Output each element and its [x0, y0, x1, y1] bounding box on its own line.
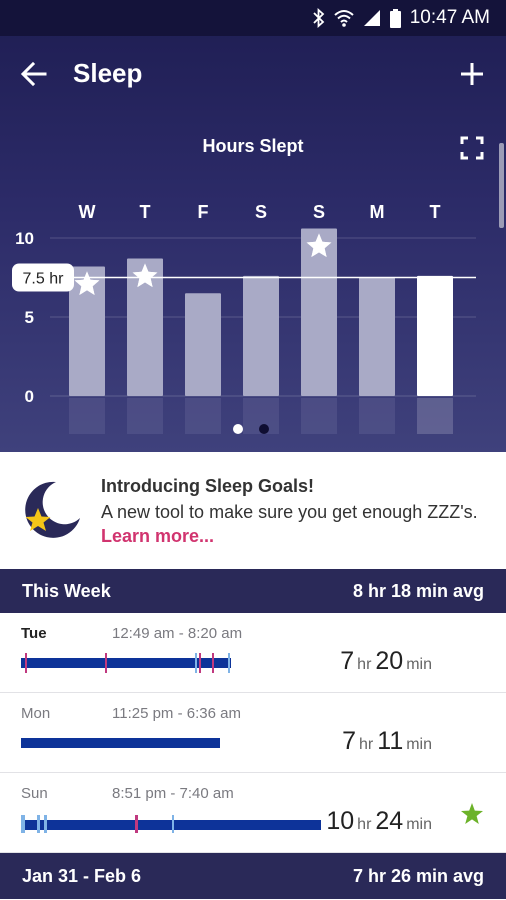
- row-day: Tue: [21, 625, 47, 642]
- bar: [417, 275, 453, 396]
- x-tick-label: S: [255, 202, 267, 222]
- x-tick-label: F: [198, 202, 209, 222]
- bar-reflection: [185, 398, 221, 434]
- section-average: 8 hr 18 min avg: [352, 580, 484, 601]
- sleep-log-row[interactable]: Sun 8:51 pm - 7:40 am 10 hr 24 min: [0, 773, 506, 853]
- bar: [185, 293, 221, 396]
- goal-label: 7.5 hr: [23, 271, 65, 288]
- learn-more-link[interactable]: Learn more...: [101, 526, 214, 546]
- chart-title: Hours Slept: [202, 136, 304, 156]
- bar-reflection: [417, 398, 453, 434]
- clock-time: 10:47 AM: [409, 7, 490, 28]
- pager-dots: [233, 424, 269, 434]
- sleep-stages-bar: [21, 653, 231, 673]
- sleep-goals-promo[interactable]: Introducing Sleep Goals! A new tool to m…: [0, 452, 506, 569]
- sleep-log-row[interactable]: Tue 12:49 am - 8:20 am 7 hr 20 min: [0, 613, 506, 693]
- bar: [301, 228, 337, 396]
- y-tick-label: 5: [25, 308, 34, 327]
- app-bar: Sleep: [0, 36, 506, 112]
- promo-body: A new tool to make sure you get enough Z…: [101, 500, 481, 548]
- section-label: Jan 31 - Feb 6: [22, 865, 142, 886]
- y-tick-label: 0: [25, 387, 34, 406]
- row-duration: 7 hr 20 min: [340, 647, 432, 675]
- x-tick-label: T: [140, 202, 151, 222]
- row-duration: 10 hr 24 min: [326, 807, 432, 835]
- bar-reflection: [127, 398, 163, 434]
- back-arrow-icon[interactable]: [18, 58, 50, 90]
- row-time-range: 11:25 pm - 6:36 am: [112, 705, 241, 722]
- page-title: Sleep: [73, 58, 143, 88]
- sleep-stages-bar: [21, 738, 220, 748]
- row-time-range: 12:49 am - 8:20 am: [112, 625, 243, 642]
- wifi-icon: [334, 9, 354, 27]
- signal-icon: [363, 9, 381, 27]
- section-label: This Week: [22, 580, 111, 601]
- promo-title: Introducing Sleep Goals!: [101, 476, 315, 496]
- moon-star-icon: [20, 478, 82, 540]
- row-day: Mon: [21, 705, 51, 722]
- bar-reflection: [69, 398, 105, 434]
- bar-reflection: [301, 398, 337, 434]
- pager-dot-active[interactable]: [233, 424, 243, 434]
- sleep-log-row[interactable]: Mon 11:25 pm - 6:36 am 7 hr 11 min: [0, 693, 506, 773]
- promo-text: A new tool to make sure you get enough Z…: [101, 502, 478, 522]
- section-average: 7 hr 26 min avg: [352, 865, 484, 886]
- this-week-header: This Week 8 hr 18 min avg: [0, 569, 506, 613]
- status-bar: 10:47 AM: [0, 0, 506, 36]
- battery-icon: [389, 8, 401, 28]
- y-tick-label: 10: [15, 229, 34, 248]
- bar-reflection: [359, 398, 395, 434]
- sleep-hero: 10:47 AM Sleep Hours Slept 0 5 10 W T F S S M T 7.…: [0, 0, 506, 452]
- bluetooth-icon: [313, 8, 325, 28]
- x-tick-label: T: [430, 202, 441, 222]
- x-tick-label: M: [370, 202, 385, 222]
- previous-week-header[interactable]: Jan 31 - Feb 6 7 hr 26 min avg: [0, 853, 506, 899]
- hours-slept-chart[interactable]: 0 5 10 W T F S S M T 7.5 hr: [0, 190, 506, 440]
- x-tick-label: S: [313, 202, 325, 222]
- goal-met-star-icon: [461, 803, 483, 825]
- pager-dot[interactable]: [259, 424, 269, 434]
- row-time-range: 8:51 pm - 7:40 am: [112, 785, 234, 802]
- row-duration: 7 hr 11 min: [342, 727, 432, 755]
- sleep-stages-bar: [21, 815, 321, 833]
- x-tick-label: W: [79, 202, 96, 222]
- add-icon[interactable]: [456, 58, 488, 90]
- row-day: Sun: [21, 785, 48, 802]
- fullscreen-icon[interactable]: [460, 136, 484, 160]
- bar: [359, 277, 395, 396]
- bar: [243, 275, 279, 396]
